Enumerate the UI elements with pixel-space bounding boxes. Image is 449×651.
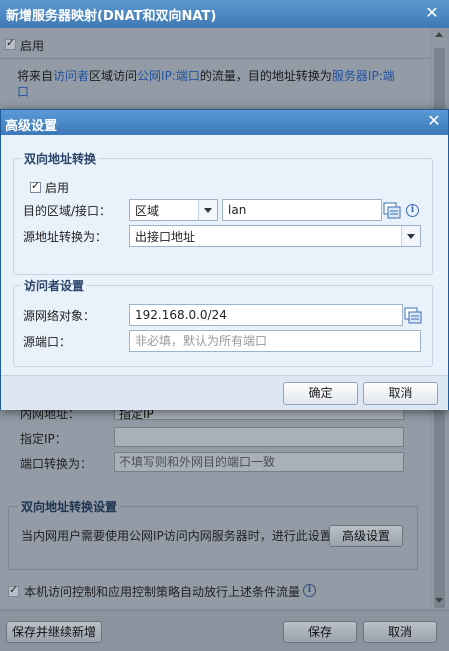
dest-type-select[interactable]: 区域: [129, 199, 218, 221]
scroll-down-icon[interactable]: [435, 598, 443, 603]
specify-ip-input[interactable]: [114, 427, 404, 447]
enable-label: 启用: [20, 39, 45, 53]
enable-checkbox[interactable]: [5, 36, 16, 50]
advanced-dialog-footer: 确定 取消: [1, 375, 448, 410]
bidirectional-settings-description: 当内网用户需要使用公网IP访问内网服务器时，进行此设置: [21, 529, 332, 543]
port-convert-input[interactable]: 不填写则和外网目的端口一致: [114, 452, 404, 472]
background-dialog-titlebar: 新增服务器映射(DNAT和双向NAT) ✕: [0, 0, 449, 28]
src-convert-label: 源地址转换为：: [23, 230, 108, 244]
advanced-dialog-titlebar: 高级设置 ✕: [1, 110, 448, 135]
bidirectional-nat-legend: 双向地址转换: [21, 150, 100, 167]
close-icon[interactable]: ✕: [421, 2, 443, 24]
background-dialog-title: 新增服务器映射(DNAT和双向NAT): [6, 9, 217, 24]
divider: [0, 58, 430, 59]
auto-allow-checkbox[interactable]: [8, 583, 19, 597]
advanced-dialog-title: 高级设置: [5, 119, 58, 134]
cancel-button[interactable]: 取消: [363, 621, 437, 643]
chevron-down-icon[interactable]: [198, 200, 217, 220]
chevron-down-icon[interactable]: [401, 226, 420, 246]
src-net-input[interactable]: 192.168.0.0/24: [129, 304, 403, 326]
visitor-settings-group: 访问者设置 源网络对象： 192.168.0.0/24 源端口： 非必填，默认为…: [13, 277, 433, 367]
bidirectional-settings-group: 双向地址转换设置 当内网用户需要使用公网IP访问内网服务器时，进行此设置 高级设…: [8, 498, 418, 570]
scroll-up-icon[interactable]: [435, 32, 443, 37]
ok-button[interactable]: 确定: [283, 382, 358, 405]
save-button[interactable]: 保存: [283, 621, 357, 643]
port-link[interactable]: 端口: [176, 69, 200, 83]
info-icon[interactable]: i: [406, 204, 419, 217]
bidirectional-nat-group: 双向地址转换 启用 目的区域/接口： 区域 lan i 源地址转换为： 出接口地…: [13, 150, 433, 275]
save-and-continue-button[interactable]: 保存并继续新增: [6, 621, 102, 643]
port-convert-label: 端口转换为：: [20, 457, 93, 471]
dest-zone-label: 目的区域/接口：: [23, 204, 112, 218]
server-port-link[interactable]: 端: [383, 69, 395, 83]
picker-icon[interactable]: [383, 200, 401, 220]
close-icon[interactable]: ✕: [423, 110, 445, 132]
adv-enable-label: 启用: [45, 181, 70, 195]
src-net-label: 源网络对象：: [23, 309, 96, 323]
src-convert-select[interactable]: 出接口地址: [129, 225, 421, 247]
visitor-settings-legend: 访问者设置: [21, 277, 88, 294]
advanced-settings-button[interactable]: 高级设置: [329, 525, 403, 547]
src-port-label: 源端口：: [23, 335, 72, 349]
adv-cancel-button[interactable]: 取消: [363, 382, 438, 405]
public-ip-link[interactable]: 公网IP: [137, 69, 172, 83]
auto-allow-label: 本机访问控制和应用控制策略自动放行上述条件流量: [24, 585, 301, 599]
dest-zone-input[interactable]: lan: [222, 199, 382, 221]
bidirectional-settings-legend: 双向地址转换设置: [18, 498, 121, 515]
src-port-input[interactable]: 非必填，默认为所有端口: [129, 330, 421, 352]
specify-ip-label: 指定IP：: [20, 432, 67, 446]
adv-enable-checkbox[interactable]: [30, 179, 41, 193]
visitor-link[interactable]: 访问者: [53, 69, 89, 83]
info-icon[interactable]: i: [303, 584, 316, 597]
picker-icon[interactable]: [404, 305, 422, 325]
server-ip-link[interactable]: 服务器IP: [332, 69, 379, 83]
advanced-dialog-body: 双向地址转换 启用 目的区域/接口： 区域 lan i 源地址转换为： 出接口地…: [1, 135, 448, 375]
advanced-settings-dialog: 高级设置 ✕ 双向地址转换 启用 目的区域/接口： 区域 lan i 源: [0, 109, 449, 410]
mapping-description: 将来自访问者区域访问公网IP:端口的流量，目的地址转换为服务器IP:端口: [17, 69, 395, 99]
background-dialog-footer: 保存并继续新增 保存 取消: [0, 610, 449, 651]
